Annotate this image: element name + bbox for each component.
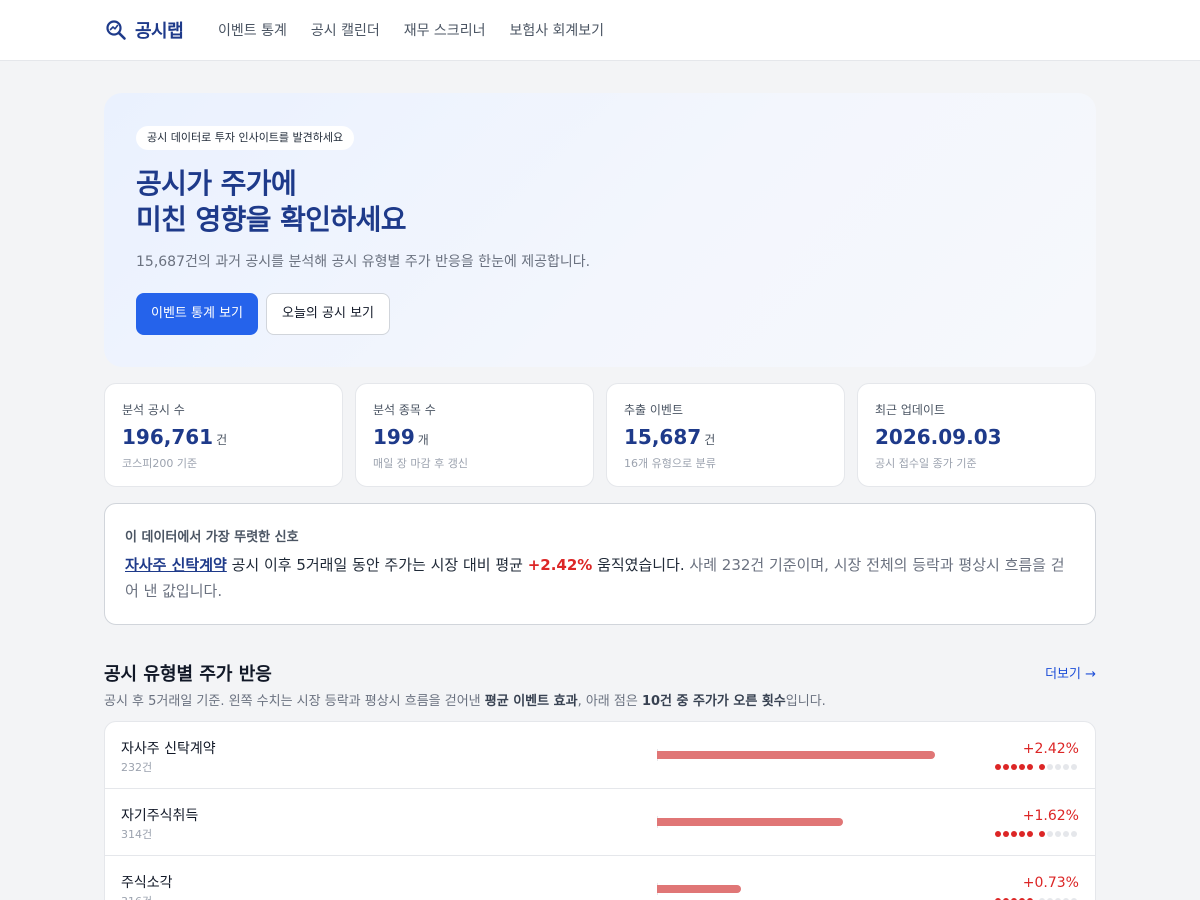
stat-value: 199 xyxy=(373,425,415,449)
effect-value: +0.73% xyxy=(1022,875,1079,891)
stat-label: 분석 종목 수 xyxy=(373,403,436,417)
nav-item-financial-screener[interactable]: 재무 스크리너 xyxy=(404,20,486,40)
signal-text-part: 움직였습니다. xyxy=(592,556,685,574)
up-count-dots xyxy=(995,831,1077,837)
hero-title-line-1: 공시가 주가에 xyxy=(136,167,297,200)
hero-title: 공시가 주가에 미친 영향을 확인하세요 xyxy=(136,166,407,238)
dot-up xyxy=(1039,764,1045,770)
nav-item-insurer-accounting[interactable]: 보험사 회계보기 xyxy=(509,20,604,40)
view-event-stats-button[interactable]: 이벤트 통계 보기 xyxy=(136,293,258,335)
stat-value: 2026.09.03 xyxy=(875,425,1002,449)
view-today-disclosures-button[interactable]: 오늘의 공시 보기 xyxy=(266,293,390,335)
stat-label: 최근 업데이트 xyxy=(875,403,946,417)
up-count-dots xyxy=(995,764,1077,770)
section-title: 공시 유형별 주가 반응 xyxy=(104,664,272,685)
hero-subtitle: 15,687건의 과거 공시를 분석해 공시 유형별 주가 반응을 한눈에 제공… xyxy=(136,254,591,270)
stat-card-disclosures: 분석 공시 수 196,761 건 코스피200 기준 xyxy=(104,383,343,487)
stat-value-row: 196,761 건 xyxy=(122,425,227,449)
event-name: 자기주식취득 xyxy=(121,808,199,824)
stat-note: 16개 유형으로 분류 xyxy=(624,457,716,470)
section-description: 공시 후 5거래일 기준. 왼쪽 수치는 시장 등락과 평상시 흐름을 걷어낸 … xyxy=(104,690,826,709)
signal-heading: 이 데이터에서 가장 뚜렷한 신호 xyxy=(125,530,299,545)
table-row[interactable]: 주식소각 316건 +0.73% xyxy=(105,856,1095,900)
effect-value: +2.42% xyxy=(1022,741,1079,757)
brand-name: 공시랩 xyxy=(135,21,184,42)
stat-note: 매일 장 마감 후 갱신 xyxy=(373,457,468,470)
stat-label: 분석 공시 수 xyxy=(122,403,185,417)
dot-down xyxy=(1047,831,1053,837)
hero-section: 공시 데이터로 투자 인사이트를 발견하세요 공시가 주가에 미친 영향을 확인… xyxy=(104,93,1096,367)
stat-value-row: 15,687 건 xyxy=(624,425,715,449)
search-chart-icon xyxy=(106,20,126,40)
event-effect-table: 자사주 신탁계약 232건 +2.42% 자기주식취득 314건 +1.62% 주식소각 31… xyxy=(104,721,1096,900)
stat-unit: 개 xyxy=(417,433,429,447)
stat-card-last-update: 최근 업데이트 2026.09.03 공시 접수일 종가 기준 xyxy=(857,383,1096,487)
hero-badge: 공시 데이터로 투자 인사이트를 발견하세요 xyxy=(136,126,355,150)
stat-unit: 건 xyxy=(704,433,716,447)
nav-item-disclosure-calendar[interactable]: 공시 캘린더 xyxy=(311,20,380,40)
event-count: 316건 xyxy=(121,893,152,900)
stat-value: 196,761 xyxy=(122,425,214,449)
stat-card-events: 추출 이벤트 15,687 건 16개 유형으로 분류 xyxy=(606,383,845,487)
effect-value: +1.62% xyxy=(1022,808,1079,824)
dot-down xyxy=(1063,831,1069,837)
stat-note: 코스피200 기준 xyxy=(122,457,198,470)
effect-bar xyxy=(657,751,935,759)
dot-down xyxy=(1055,831,1061,837)
stat-card-stocks: 분석 종목 수 199 개 매일 장 마감 후 갱신 xyxy=(355,383,594,487)
top-signal-card: 이 데이터에서 가장 뚜렷한 신호 자사주 신탁계약 공시 이후 5거래일 동안… xyxy=(104,503,1096,625)
stat-unit: 건 xyxy=(216,433,228,447)
desc-part: , 아래 점은 xyxy=(577,694,642,709)
dot-up xyxy=(1003,764,1009,770)
main-nav: 이벤트 통계 공시 캘린더 재무 스크리너 보험사 회계보기 xyxy=(218,20,604,40)
event-count: 232건 xyxy=(121,761,153,774)
dot-up xyxy=(1019,764,1025,770)
signal-text-part: 공시 이후 5거래일 동안 주가는 시장 대비 평균 xyxy=(226,556,528,574)
desc-part: 입니다. xyxy=(785,694,826,709)
stat-value-row: 199 개 xyxy=(373,425,429,449)
signal-event-link[interactable]: 자사주 신탁계약 xyxy=(125,556,227,574)
table-row[interactable]: 자사주 신탁계약 232건 +2.42% xyxy=(105,722,1095,789)
signal-value: +2.42% xyxy=(527,556,593,574)
desc-bold: 평균 이벤트 효과 xyxy=(484,694,578,709)
desc-part: 공시 후 5거래일 기준. 왼쪽 수치는 시장 등락과 평상시 흐름을 걷어낸 xyxy=(104,694,485,709)
dot-up xyxy=(1019,831,1025,837)
dot-down xyxy=(1071,831,1077,837)
table-row[interactable]: 자기주식취득 314건 +1.62% xyxy=(105,789,1095,856)
dot-down xyxy=(1047,764,1053,770)
signal-text: 자사주 신탁계약 공시 이후 5거래일 동안 주가는 시장 대비 평균 +2.4… xyxy=(125,552,1073,604)
dot-up xyxy=(1039,831,1045,837)
dot-up xyxy=(995,764,1001,770)
stat-value: 15,687 xyxy=(624,425,702,449)
top-navigation-bar: 공시랩 이벤트 통계 공시 캘린더 재무 스크리너 보험사 회계보기 xyxy=(0,0,1200,61)
dot-up xyxy=(1003,831,1009,837)
stat-value-row: 2026.09.03 xyxy=(875,425,1002,449)
dot-down xyxy=(1071,764,1077,770)
hero-title-line-2: 미친 영향을 확인하세요 xyxy=(136,203,407,236)
dot-up xyxy=(1027,764,1033,770)
more-link[interactable]: 더보기 → xyxy=(1045,663,1096,682)
event-name: 자사주 신탁계약 xyxy=(121,741,216,757)
dot-up xyxy=(995,831,1001,837)
event-name: 주식소각 xyxy=(121,875,173,891)
dot-down xyxy=(1055,764,1061,770)
stat-label: 추출 이벤트 xyxy=(624,403,684,417)
effect-bar xyxy=(657,885,741,893)
brand-logo[interactable]: 공시랩 xyxy=(105,17,184,43)
dot-down xyxy=(1063,764,1069,770)
stat-note: 공시 접수일 종가 기준 xyxy=(875,457,977,470)
desc-bold: 10건 중 주가가 오른 횟수 xyxy=(641,694,786,709)
dot-up xyxy=(1011,764,1017,770)
event-count: 314건 xyxy=(121,828,153,841)
dot-up xyxy=(1011,831,1017,837)
effect-bar xyxy=(657,818,843,826)
nav-item-event-stats[interactable]: 이벤트 통계 xyxy=(218,20,287,40)
dot-up xyxy=(1027,831,1033,837)
